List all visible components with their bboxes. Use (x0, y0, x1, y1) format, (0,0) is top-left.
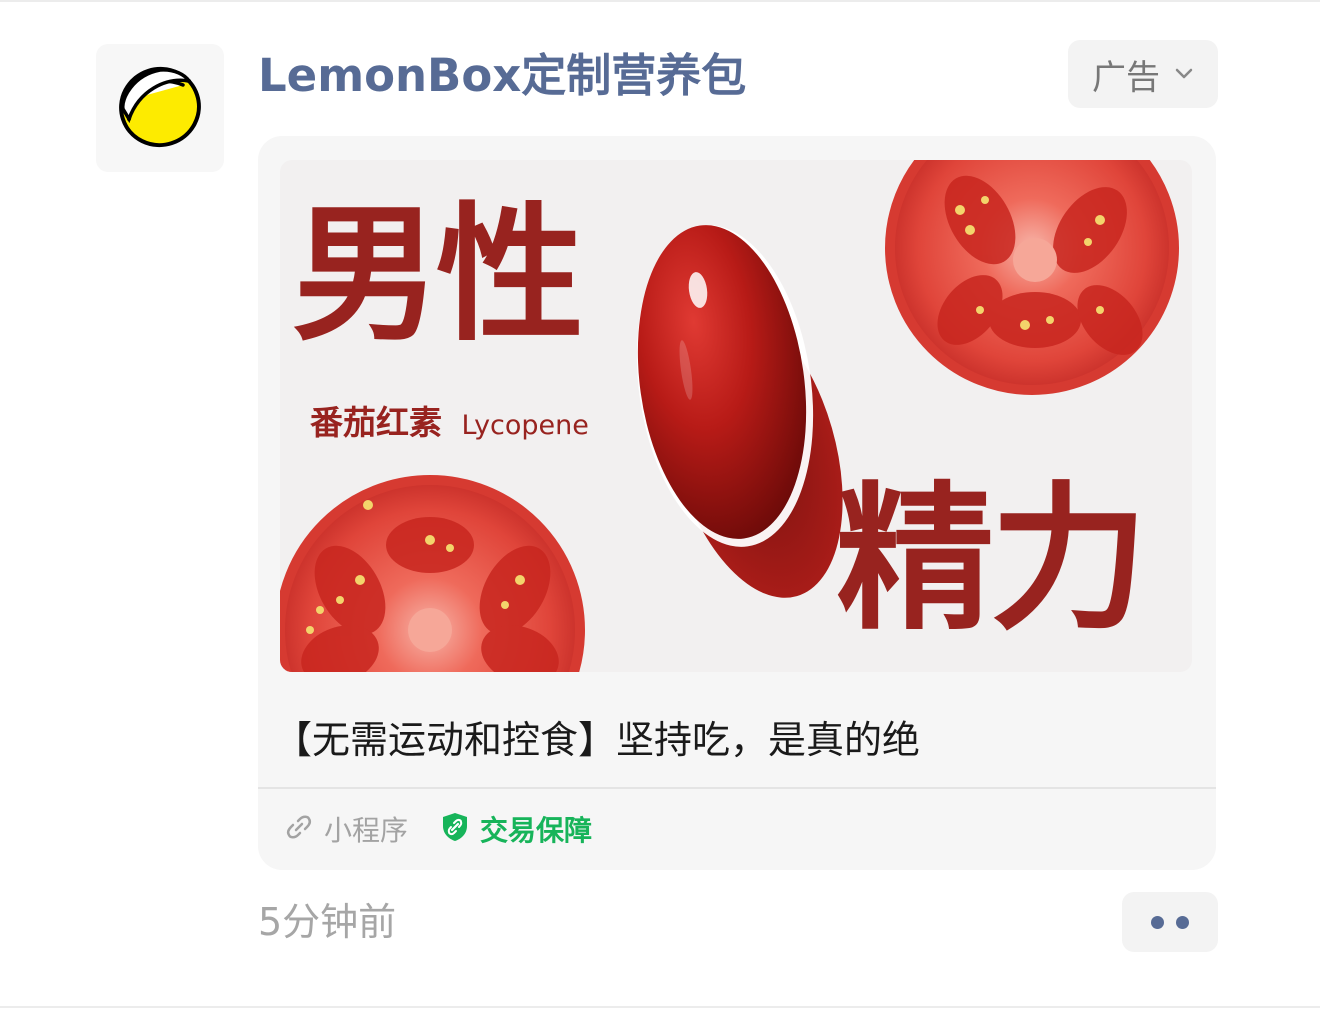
bottom-divider (0, 1006, 1320, 1008)
mini-program-label: 小程序 (324, 814, 409, 847)
ad-tag-label: 广告 (1092, 57, 1160, 98)
banner-title-top: 男性 (292, 189, 584, 361)
more-options-button[interactable] (1122, 892, 1218, 952)
guarantee-label[interactable]: 交易保障 (480, 809, 592, 849)
card-divider (258, 787, 1216, 789)
banner-subtitle-cn: 番茄红素 (310, 403, 442, 442)
card-footer: 小程序 交易保障 (284, 804, 592, 854)
ad-tag-button[interactable]: 广告 (1068, 40, 1218, 108)
ad-card[interactable]: 男性 番茄红素 Lycopene 精力 【无需运动和控食】坚持吃，是真的绝 小程… (258, 136, 1216, 870)
shield-icon (440, 811, 470, 847)
ad-headline[interactable]: 【无需运动和控食】坚持吃，是真的绝 (274, 710, 1194, 770)
link-icon (284, 812, 314, 846)
chevron-down-icon (1174, 67, 1194, 81)
banner-subtitle-en: Lycopene (461, 410, 589, 441)
banner-subtitle: 番茄红素 Lycopene (310, 400, 589, 449)
banner-title-bottom: 精力 (836, 468, 1148, 652)
advertiser-name[interactable]: LemonBox定制营养包 (258, 44, 746, 108)
lemon-icon (115, 61, 205, 155)
more-dots-icon (1151, 915, 1189, 929)
tomato-slice-top-right (885, 160, 1179, 395)
ad-banner-image[interactable]: 男性 番茄红素 Lycopene 精力 (280, 160, 1192, 672)
top-divider (0, 0, 1320, 2)
post-timestamp: 5分钟前 (258, 900, 397, 944)
advertiser-avatar[interactable] (96, 44, 224, 172)
tomato-slice-bottom-left (280, 475, 585, 672)
